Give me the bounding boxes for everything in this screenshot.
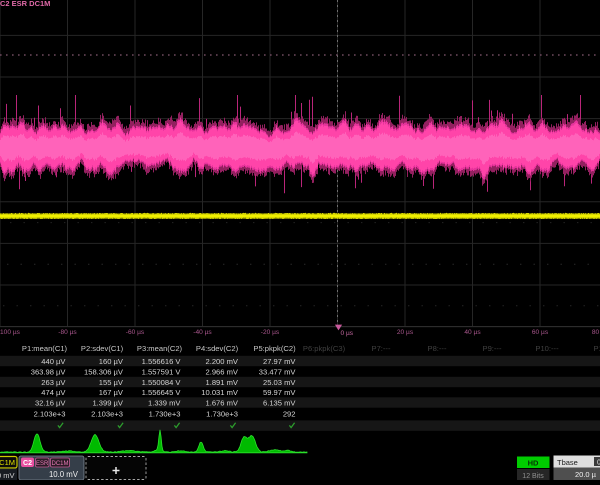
svg-text:27.97 mV: 27.97 mV bbox=[263, 357, 296, 366]
svg-text:158.306 µV: 158.306 µV bbox=[84, 367, 124, 376]
svg-text:167 µV: 167 µV bbox=[99, 388, 124, 397]
svg-text:C1M: C1M bbox=[0, 458, 15, 467]
svg-text:P3:mean(C2): P3:mean(C2) bbox=[137, 344, 183, 353]
svg-text:60 µs: 60 µs bbox=[532, 329, 549, 336]
svg-text:363.98 µV: 363.98 µV bbox=[31, 367, 67, 376]
svg-text:2.103e+3: 2.103e+3 bbox=[34, 409, 66, 418]
svg-text:P11: P11 bbox=[594, 344, 600, 353]
svg-text:P7:---: P7:--- bbox=[372, 344, 391, 353]
svg-text:100 µs: 100 µs bbox=[0, 329, 21, 336]
svg-text:HD: HD bbox=[528, 459, 539, 468]
svg-text:C2 ESR DC1M: C2 ESR DC1M bbox=[0, 0, 50, 8]
svg-text:1.676 mV: 1.676 mV bbox=[205, 398, 238, 407]
svg-text:292: 292 bbox=[283, 409, 296, 418]
svg-text:1.557591 V: 1.557591 V bbox=[142, 367, 182, 376]
svg-text:1.891 mV: 1.891 mV bbox=[205, 378, 238, 387]
svg-text:-60 µs: -60 µs bbox=[126, 329, 145, 336]
svg-text:P9:---: P9:--- bbox=[483, 344, 502, 353]
svg-text:10.0 mV: 10.0 mV bbox=[49, 470, 79, 479]
svg-text:12 Bits: 12 Bits bbox=[522, 473, 544, 480]
svg-text:160 µV: 160 µV bbox=[99, 357, 124, 366]
svg-text:25.03 mV: 25.03 mV bbox=[263, 378, 296, 387]
svg-text:P4:sdev(C2): P4:sdev(C2) bbox=[196, 344, 239, 353]
svg-text:474 µV: 474 µV bbox=[41, 388, 66, 397]
svg-text:1.339 mV: 1.339 mV bbox=[148, 398, 181, 407]
svg-text:1.730e+3: 1.730e+3 bbox=[206, 409, 238, 418]
svg-text:6.135 mV: 6.135 mV bbox=[263, 398, 296, 407]
svg-text:P6:pkpk(C3): P6:pkpk(C3) bbox=[303, 344, 346, 353]
svg-text:2.966 mV: 2.966 mV bbox=[205, 367, 238, 376]
svg-text:10.031 mV: 10.031 mV bbox=[201, 388, 239, 397]
svg-text:P2:sdev(C1): P2:sdev(C1) bbox=[81, 344, 124, 353]
svg-text:1.550084 V: 1.550084 V bbox=[142, 378, 182, 387]
svg-text:155 µV: 155 µV bbox=[99, 378, 124, 387]
svg-text:-40 µs: -40 µs bbox=[193, 329, 212, 336]
svg-text:33.477 mV: 33.477 mV bbox=[259, 367, 297, 376]
svg-text:P5:pkpk(C2): P5:pkpk(C2) bbox=[253, 344, 296, 353]
svg-text:2.103e+3: 2.103e+3 bbox=[91, 409, 123, 418]
svg-text:P8:---: P8:--- bbox=[428, 344, 447, 353]
svg-text:1.556616 V: 1.556616 V bbox=[142, 357, 182, 366]
svg-text:20.0 µ: 20.0 µ bbox=[575, 470, 597, 479]
svg-text:59.97 mV: 59.97 mV bbox=[263, 388, 296, 397]
svg-text:1.399 µV: 1.399 µV bbox=[92, 398, 123, 407]
svg-text:1.730e+3: 1.730e+3 bbox=[149, 409, 181, 418]
svg-text:2.200 mV: 2.200 mV bbox=[205, 357, 238, 366]
svg-text:-20 µs: -20 µs bbox=[261, 329, 280, 336]
svg-text:440 µV: 440 µV bbox=[41, 357, 66, 366]
svg-text:Tbase: Tbase bbox=[557, 458, 578, 467]
svg-text:ESR: ESR bbox=[36, 461, 49, 467]
svg-text:C2: C2 bbox=[23, 460, 32, 467]
svg-text:P1:mean(C1): P1:mean(C1) bbox=[22, 344, 68, 353]
svg-text:0 µs: 0 µs bbox=[341, 330, 354, 337]
svg-text:.0 mV: .0 mV bbox=[0, 471, 15, 480]
svg-text:263 µV: 263 µV bbox=[41, 378, 66, 387]
svg-text:DC1M: DC1M bbox=[51, 461, 68, 467]
svg-text:P10:---: P10:--- bbox=[535, 344, 559, 353]
svg-text:1.556645 V: 1.556645 V bbox=[142, 388, 182, 397]
svg-text:-80 µs: -80 µs bbox=[58, 329, 77, 336]
svg-text:32.16 µV: 32.16 µV bbox=[35, 398, 66, 407]
svg-text:80 µs: 80 µs bbox=[592, 329, 600, 336]
svg-text:40 µs: 40 µs bbox=[464, 329, 481, 336]
svg-text:20 µs: 20 µs bbox=[397, 329, 414, 336]
